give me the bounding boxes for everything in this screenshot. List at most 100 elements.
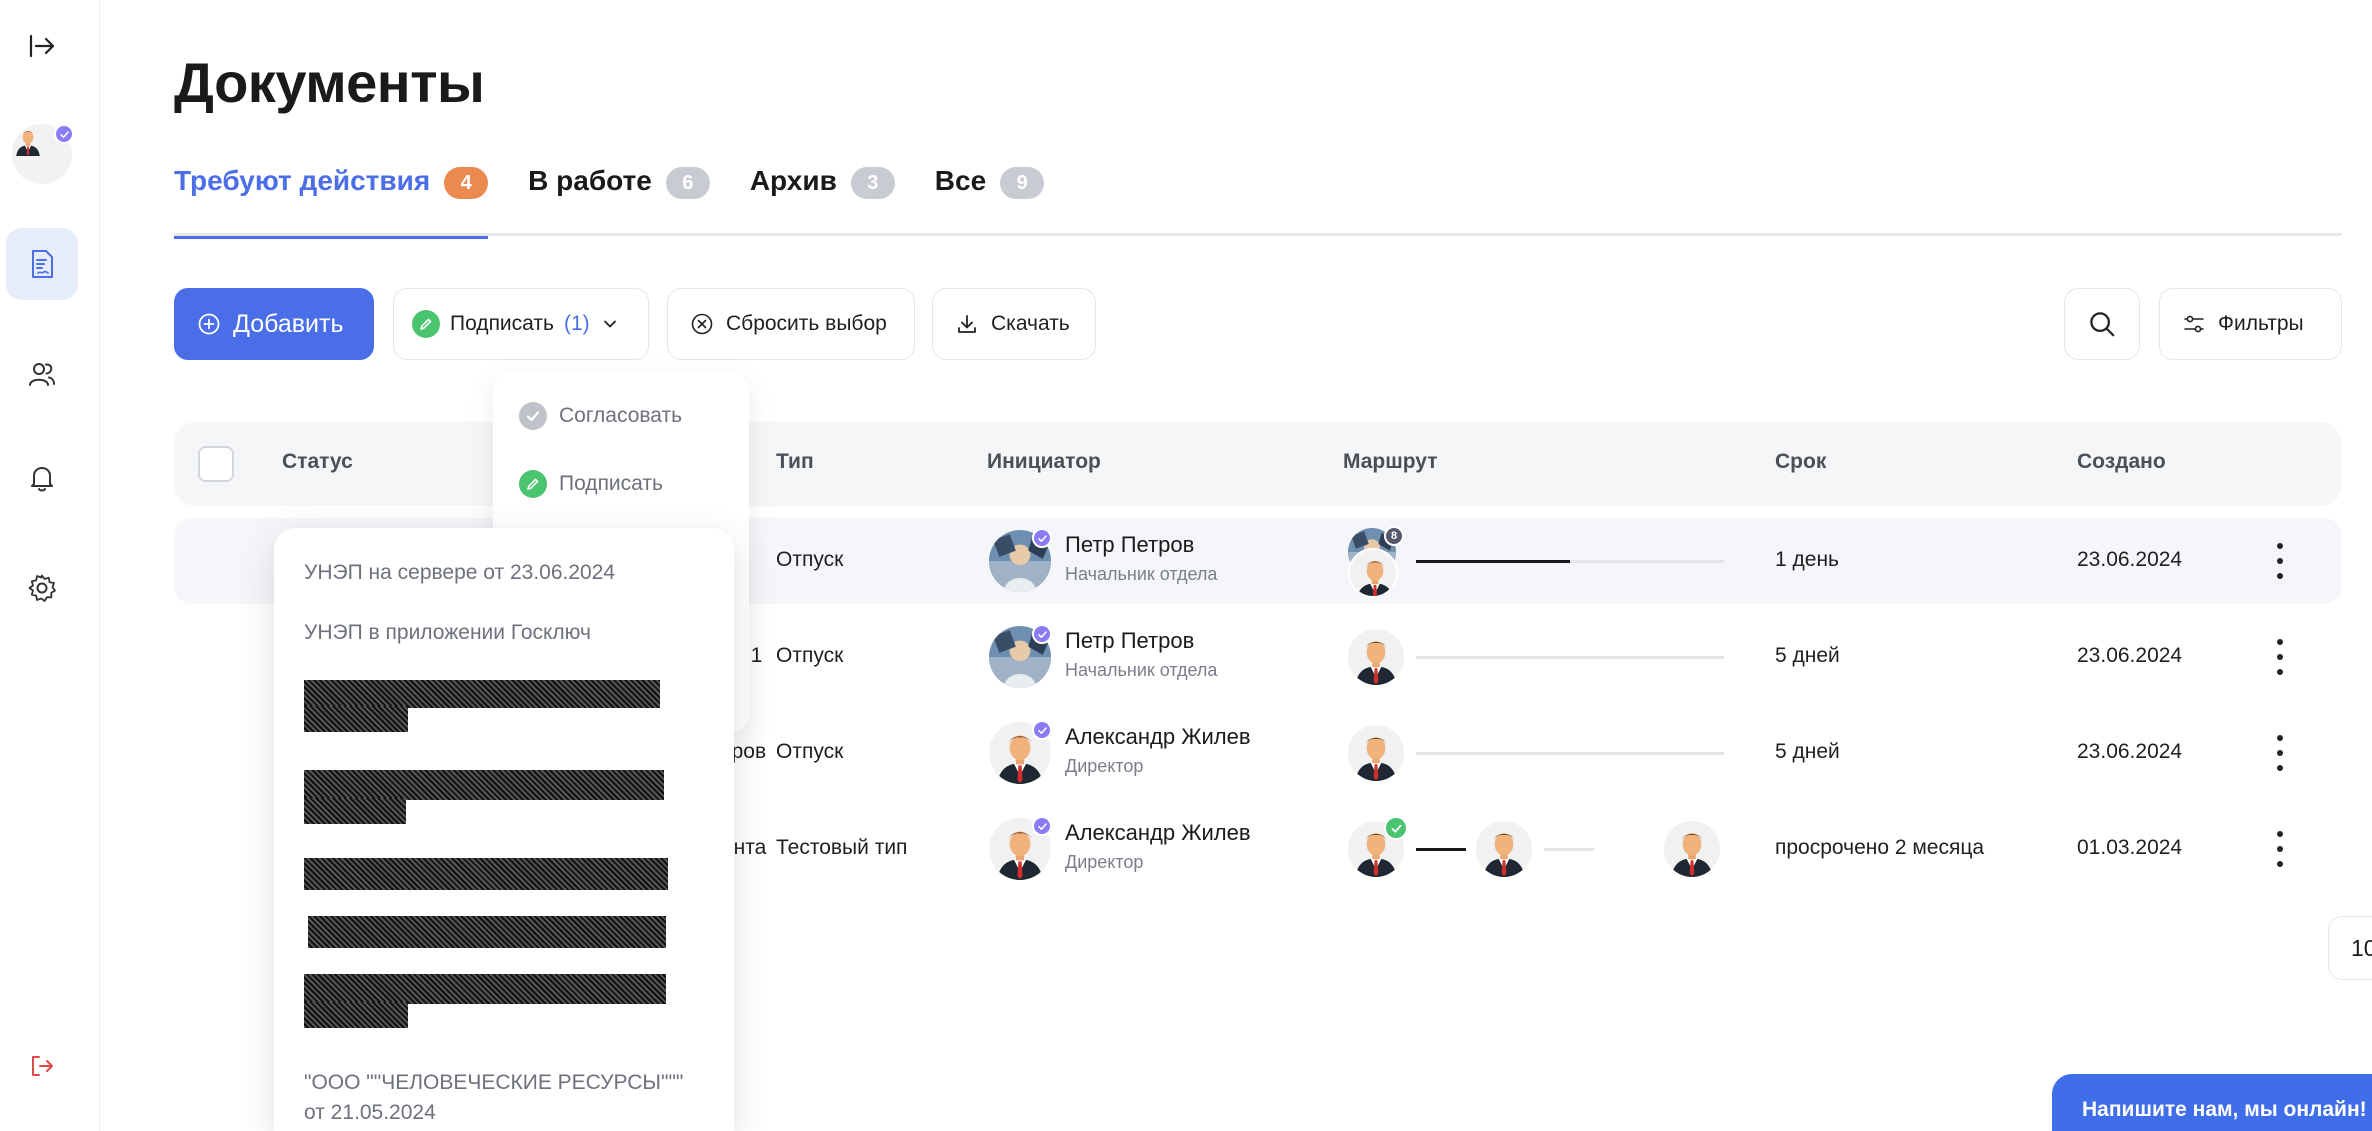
sign-dropdown-button[interactable]: Подписать (1): [393, 288, 649, 360]
initiator: Александр Жилев Директор: [1065, 724, 1251, 777]
deadline: 5 дней: [1775, 644, 1840, 667]
company-name: "ООО ""ЧЕЛОВЕЧЕСКИЕ РЕСУРСЫ""": [304, 1071, 684, 1094]
deadline: 5 дней: [1775, 740, 1840, 763]
deadline: просрочено 2 месяца: [1775, 836, 1985, 859]
row-menu-icon[interactable]: [2276, 639, 2284, 675]
redacted-option[interactable]: [304, 974, 666, 1004]
add-button[interactable]: Добавить: [174, 288, 374, 360]
reset-selection-button[interactable]: Сбросить выбор: [667, 288, 915, 360]
tab-label: Все: [934, 165, 987, 196]
deadline: 1 день: [1775, 548, 1839, 571]
collapse-sidebar-button[interactable]: [6, 10, 78, 82]
tab-all[interactable]: Все 9: [934, 160, 1045, 236]
toolbar: Добавить Подписать (1) Сбросить выбор Ск…: [174, 288, 2342, 360]
tab-count-badge: 6: [665, 167, 710, 199]
redacted-option: [304, 1002, 408, 1028]
selected-count: (1): [563, 312, 590, 335]
verified-badge-icon: [54, 124, 74, 144]
document-type: Отпуск: [776, 740, 844, 763]
add-button-label: Добавить: [233, 309, 344, 338]
row-menu-icon[interactable]: [2276, 735, 2284, 771]
redacted-option[interactable]: [304, 680, 660, 708]
column-header-deadline[interactable]: Срок: [1775, 450, 1826, 474]
tab-in-progress[interactable]: В работе 6: [528, 160, 710, 236]
redacted-option[interactable]: [304, 770, 664, 800]
created-date: 01.03.2024: [2077, 836, 2183, 859]
column-header-initiator[interactable]: Инициатор: [987, 450, 1101, 474]
route-progress-remaining: [1544, 848, 1594, 851]
dropdown-item-sign[interactable]: Подписать: [519, 470, 663, 498]
online-chat-button[interactable]: Напишите нам, мы онлайн!: [2052, 1074, 2372, 1131]
signature-option-company[interactable]: "ООО ""ЧЕЛОВЕЧЕСКИЕ РЕСУРСЫ""" от 21.05.…: [304, 1068, 683, 1128]
route-progress-done: [1416, 848, 1466, 851]
route-progress-remaining: [1570, 560, 1724, 563]
sidebar-item-settings[interactable]: [6, 552, 78, 624]
sign-button-label: Подписать: [450, 312, 554, 335]
route-avatar: [1348, 725, 1404, 781]
initiator-role: Директор: [1065, 756, 1144, 776]
route-avatar: [1476, 821, 1532, 877]
dropdown-item-approve[interactable]: Согласовать: [519, 402, 682, 430]
approved-check-icon: [1384, 816, 1408, 840]
tab-count-badge: 4: [444, 167, 489, 199]
created-date: 23.06.2024: [2077, 548, 2183, 571]
initiator-role: Начальник отдела: [1065, 660, 1218, 680]
verified-badge-icon: [1032, 816, 1052, 836]
initiator-name: Александр Жилев: [1065, 820, 1251, 845]
initiator-role: Директор: [1065, 852, 1144, 872]
close-circle-icon: [691, 313, 713, 335]
signature-option-server[interactable]: УНЭП на сервере от 23.06.2024: [304, 558, 615, 588]
search-icon: [2090, 312, 2115, 337]
tab-archive[interactable]: Архив 3: [750, 160, 895, 236]
download-button[interactable]: Скачать: [932, 288, 1096, 360]
per-page-select[interactable]: 10: [2328, 916, 2372, 980]
route-count-badge: 8: [1384, 526, 1404, 546]
per-page-value: 10: [2351, 934, 2372, 961]
pencil-icon: [519, 470, 547, 498]
column-header-type[interactable]: Тип: [776, 450, 814, 474]
sidebar-item-users[interactable]: [6, 338, 78, 410]
redacted-option: [304, 798, 406, 824]
search-button[interactable]: [2064, 288, 2140, 360]
filters-button[interactable]: Фильтры: [2159, 288, 2342, 360]
sidebar-item-notifications[interactable]: [6, 442, 78, 514]
route-avatar: [1348, 629, 1404, 685]
logout-button[interactable]: [28, 1052, 56, 1085]
initiator-name: Петр Петров: [1065, 628, 1195, 653]
tab-count-badge: 9: [1000, 167, 1045, 199]
reset-button-label: Сбросить выбор: [726, 312, 887, 335]
verified-badge-icon: [1032, 528, 1052, 548]
company-date: от 21.05.2024: [304, 1101, 436, 1124]
document-type: Тестовый тип: [776, 836, 908, 859]
tab-requires-action[interactable]: Требуют действия 4: [174, 160, 489, 239]
sidebar: [0, 0, 100, 1131]
redacted-option: [304, 706, 408, 732]
initiator: Петр Петров Начальник отдела: [1065, 532, 1217, 585]
row-menu-icon[interactable]: [2276, 831, 2284, 867]
dropdown-item-label: Согласовать: [559, 404, 683, 427]
row-menu-icon[interactable]: [2276, 543, 2284, 579]
download-icon: [958, 315, 976, 333]
column-header-route[interactable]: Маршрут: [1343, 450, 1438, 474]
created-date: 23.06.2024: [2077, 644, 2183, 667]
initiator: Петр Петров Начальник отдела: [1065, 628, 1217, 681]
bell-icon: [31, 467, 53, 492]
select-all-checkbox[interactable]: [198, 446, 234, 482]
created-date: 23.06.2024: [2077, 740, 2183, 763]
sidebar-item-documents[interactable]: [6, 228, 78, 300]
column-header-created[interactable]: Создано: [2077, 450, 2166, 474]
redacted-option[interactable]: [304, 858, 668, 890]
signature-option-goskey[interactable]: УНЭП в приложении Госключ: [304, 618, 591, 648]
tab-label: Требуют действия: [174, 165, 431, 196]
initiator: Александр Жилев Директор: [1065, 820, 1251, 873]
download-button-label: Скачать: [991, 312, 1070, 335]
check-icon: [519, 402, 547, 430]
pencil-icon: [412, 310, 440, 338]
plus-circle-icon: [198, 313, 220, 335]
gear-icon: [28, 574, 56, 602]
profile-avatar-button[interactable]: [6, 118, 78, 190]
document-type: Отпуск: [776, 644, 844, 667]
route-avatar: [1348, 548, 1398, 598]
column-header-status[interactable]: Статус: [282, 450, 353, 474]
redacted-option[interactable]: [308, 916, 666, 948]
